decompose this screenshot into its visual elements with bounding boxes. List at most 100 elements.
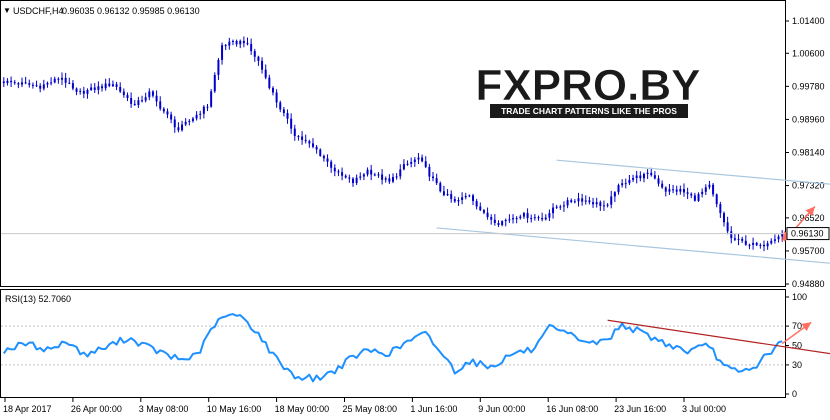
price-bar-body — [559, 206, 562, 208]
price-bar-body — [621, 183, 624, 186]
price-bar-body — [682, 189, 685, 193]
price-bar-body — [311, 143, 314, 147]
price-bar-body — [581, 198, 584, 202]
price-bar-body — [268, 77, 271, 88]
price-bar-body — [93, 87, 96, 90]
price-bar-body — [206, 106, 209, 108]
price-bar-body — [377, 174, 380, 176]
price-bar-body — [10, 80, 13, 83]
price-tick-label: 0.95700 — [792, 246, 825, 256]
price-bar-body — [388, 178, 391, 182]
price-bar-body — [573, 201, 576, 203]
price-bar-body — [552, 207, 555, 214]
price-bar-body — [141, 100, 144, 102]
price-bar-body — [432, 176, 435, 179]
price-bar-body — [653, 175, 656, 179]
price-bar-body — [759, 244, 762, 246]
price-bar-body — [424, 161, 427, 167]
price-panel-frame — [0, 0, 786, 287]
price-bar-body — [341, 172, 344, 176]
chart-window: FXPRO.BY TRADE CHART PATTERNS LIKE THE P… — [0, 0, 830, 420]
price-axis: 1.014001.006000.997800.989600.981400.973… — [785, 16, 825, 289]
price-bar-body — [555, 206, 558, 208]
price-bar-body — [602, 205, 605, 207]
price-bar-body — [282, 109, 285, 114]
price-bar-body — [490, 217, 493, 220]
price-bar-body — [188, 120, 191, 122]
price-bar-body — [326, 158, 329, 162]
price-bar-body — [21, 82, 24, 85]
price-bar-body — [195, 114, 198, 119]
price-bar-body — [402, 164, 405, 170]
price-bar-body — [708, 184, 711, 188]
time-tick-label: 25 May 08:00 — [343, 404, 398, 414]
price-bar-body — [35, 85, 38, 87]
price-bar-body — [730, 231, 733, 239]
price-bar-body — [493, 219, 496, 224]
time-tick-label: 26 Apr 00:00 — [71, 404, 122, 414]
price-bar-body — [6, 80, 9, 84]
price-bar-body — [108, 83, 111, 87]
price-bar-body — [541, 218, 544, 220]
price-bar-body — [479, 206, 482, 211]
price-bar-body — [31, 84, 34, 86]
price-bar-body — [246, 43, 249, 45]
price-bar-body — [461, 197, 464, 201]
price-bar-body — [719, 204, 722, 214]
price-bar-body — [24, 82, 27, 84]
price-bar-body — [71, 83, 74, 89]
ohlc-label: 0.96035 0.96132 0.95985 0.96130 — [62, 6, 200, 16]
price-bar-body — [57, 78, 60, 80]
price-bar-body — [348, 177, 351, 179]
price-bar-body — [261, 60, 264, 70]
price-bar-body — [279, 102, 282, 110]
price-bar-body — [766, 243, 769, 247]
price-bar-body — [221, 45, 224, 60]
price-bar-body — [86, 89, 89, 94]
price-bar-body — [752, 242, 755, 245]
price-bar-body — [344, 175, 347, 178]
price-bar-body — [257, 56, 260, 61]
price-bar-body — [293, 128, 296, 136]
price-bar-body — [472, 195, 475, 201]
price-bar-body — [610, 196, 613, 205]
price-bar-body — [639, 175, 642, 179]
price-bar-body — [46, 82, 49, 85]
price-bar-body — [548, 213, 551, 218]
price-tick-label: 0.94880 — [792, 279, 825, 289]
price-bar-body — [421, 157, 424, 162]
rsi-tick-label: 30 — [792, 360, 802, 370]
price-bar-body — [628, 179, 631, 184]
price-bar-body — [672, 189, 675, 191]
price-bar-body — [177, 127, 180, 131]
price-bar-body — [271, 87, 274, 93]
price-bar-body — [410, 161, 413, 164]
price-bar-body — [450, 194, 453, 200]
price-bar-body — [159, 101, 162, 109]
price-bar-body — [53, 78, 56, 83]
price-bar-body — [181, 124, 184, 131]
time-tick-label: 16 Jun 08:00 — [546, 404, 598, 414]
price-bar-body — [151, 91, 154, 96]
watermark-tagline: TRADE CHART PATTERNS LIKE THE PROS — [501, 106, 677, 116]
price-bar-body — [250, 43, 253, 52]
price-bar-body — [442, 191, 445, 196]
price-bar-body — [413, 159, 416, 162]
price-bar-body — [308, 141, 311, 144]
price-bar-body — [435, 178, 438, 184]
price-bar-body — [297, 135, 300, 137]
price-bar-body — [290, 118, 293, 129]
price-bar-body — [595, 202, 598, 205]
price-bar-body — [162, 108, 165, 112]
price-bar-body — [712, 184, 715, 195]
price-bar-body — [122, 91, 125, 96]
price-bar-body — [148, 91, 151, 98]
price-bar-body — [741, 238, 744, 241]
price-bar-body — [191, 118, 194, 121]
price-bar-body — [275, 92, 278, 103]
chart-dropdown-arrow-icon[interactable]: ▼ — [3, 6, 11, 15]
price-bar-body — [770, 240, 773, 244]
price-bar-body — [737, 238, 740, 240]
price-bar-body — [79, 90, 82, 92]
time-axis: 18 Apr 2017 26 Apr 00:00 3 May 08:00 10 May… — [3, 398, 726, 414]
